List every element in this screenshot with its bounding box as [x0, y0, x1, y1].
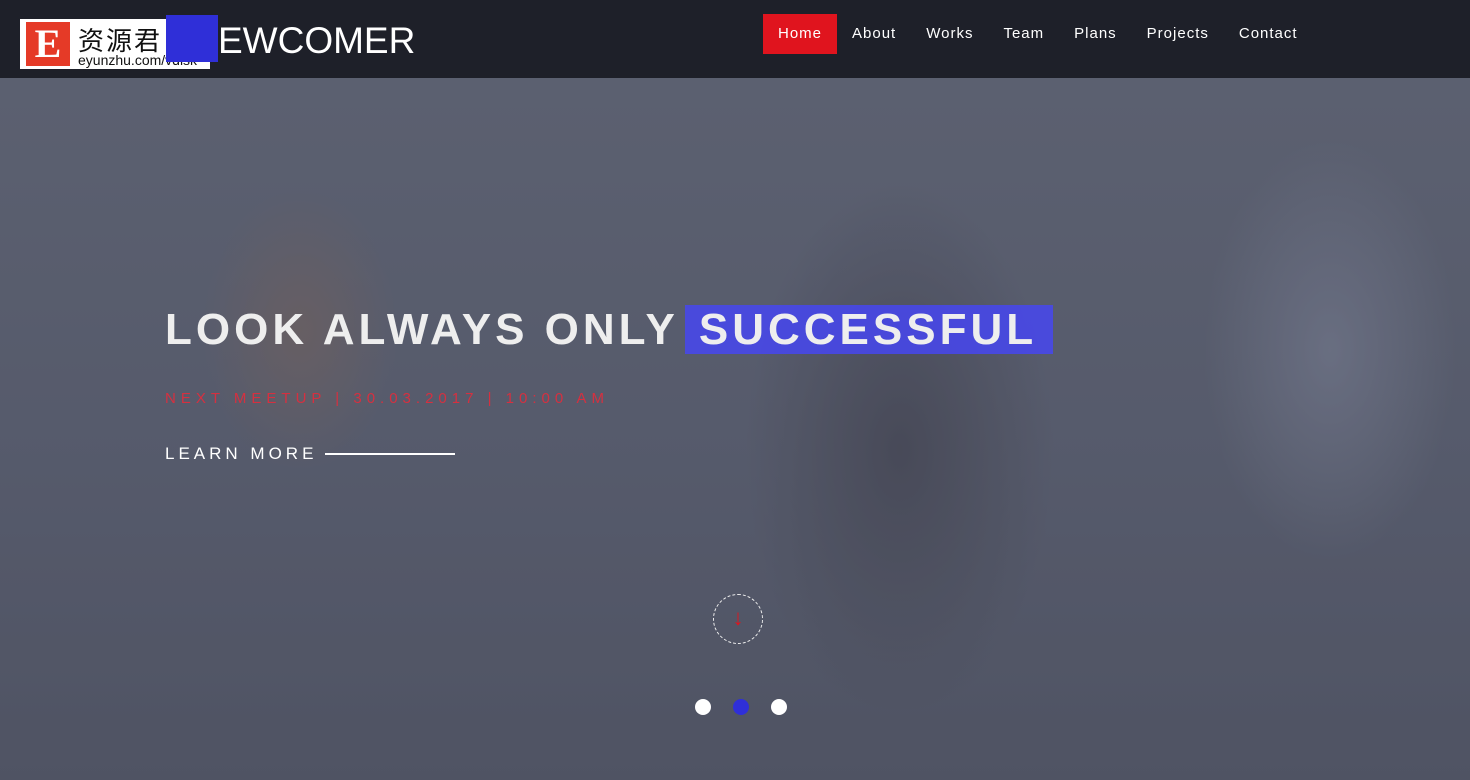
logo-letter: E: [26, 22, 70, 66]
learn-more-label: LEARN MORE: [165, 444, 318, 463]
slider-dots: [695, 699, 787, 715]
headline-highlight: SUCCESSFUL: [684, 305, 1054, 354]
learn-more-link[interactable]: LEARN MORE: [165, 444, 456, 464]
headline-text: LOOK ALWAYS ONLY: [165, 305, 679, 354]
slider-dot-1[interactable]: [695, 699, 711, 715]
navbar: E 资源君 eyunzhu.com/vdisk EWCOMER Home Abo…: [0, 0, 1470, 78]
meetup-info: NEXT MEETUP | 30.03.2017 | 10:00 AM: [165, 390, 610, 407]
hero-headline: LOOK ALWAYS ONLY SUCCESSFUL: [165, 305, 1054, 355]
nav-contact[interactable]: Contact: [1224, 14, 1313, 54]
nav-about[interactable]: About: [837, 14, 911, 54]
slider-dot-3[interactable]: [771, 699, 787, 715]
nav-works[interactable]: Works: [911, 14, 988, 54]
nav-plans[interactable]: Plans: [1059, 14, 1132, 54]
slider-dot-2[interactable]: [733, 699, 749, 715]
main-nav: Home About Works Team Plans Projects Con…: [763, 14, 1313, 54]
nav-projects[interactable]: Projects: [1132, 14, 1224, 54]
scroll-down-arrow-icon[interactable]: ↓: [713, 594, 763, 644]
learn-more-line: [325, 453, 456, 455]
brand-accent-block: [166, 15, 218, 62]
nav-team[interactable]: Team: [988, 14, 1059, 54]
brand-name[interactable]: EWCOMER: [218, 20, 415, 62]
nav-home[interactable]: Home: [763, 14, 838, 54]
